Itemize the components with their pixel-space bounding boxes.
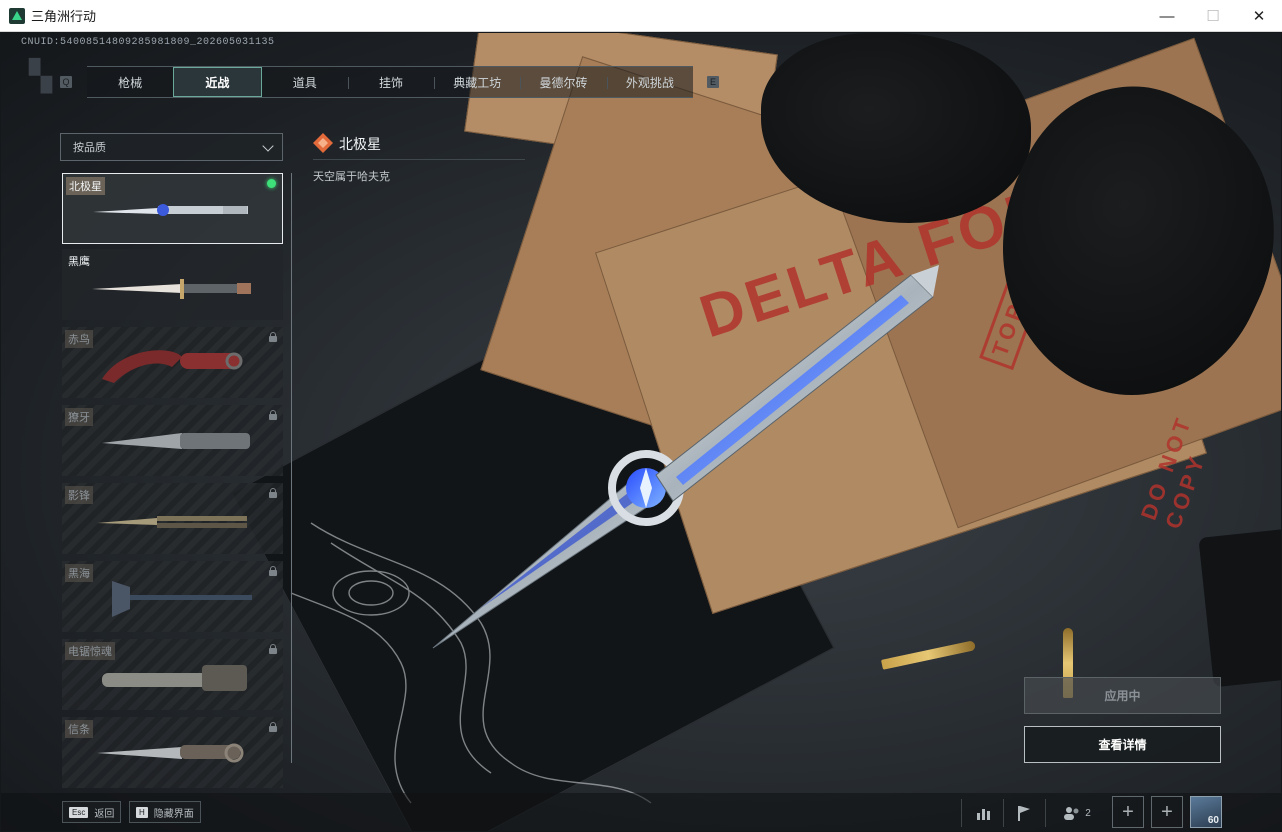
lock-icon [269, 566, 277, 576]
game-viewport: DELTA FORCE TOP SECRET DO NOT COPY [1, 33, 1281, 831]
selected-item-subtitle: 天空属于哈夫克 [313, 171, 390, 183]
stats-icon[interactable] [969, 798, 999, 828]
hero-knife-render [432, 265, 939, 649]
hide-ui-hint-label: 隐藏界面 [153, 808, 194, 820]
item-name: 黑鹰 [68, 256, 90, 268]
melee-item-card[interactable]: 赤鸟 [62, 327, 283, 398]
esc-key-icon: Esc [69, 806, 89, 818]
tab-firearms[interactable]: 枪械 [87, 67, 173, 97]
avatar[interactable]: 60 [1190, 796, 1222, 828]
list-divider [291, 173, 292, 763]
chevron-down-icon [262, 140, 274, 152]
butterfly-knife-icon [97, 516, 247, 528]
player-uid: CNUID:5400851480928598180​9_2026050311​3… [21, 37, 275, 48]
tab-collection-workshop[interactable]: 典藏工坊 [434, 67, 520, 97]
equipped-indicator [267, 179, 276, 188]
sort-dropdown[interactable]: 按品质 [60, 133, 283, 161]
tab-appearance-challenge[interactable]: 外观挑战 [606, 67, 693, 97]
bottom-divider [1045, 799, 1046, 827]
item-name: 黑海 [65, 564, 93, 582]
detail-divider [313, 159, 525, 160]
item-name: 赤鸟 [65, 330, 93, 348]
lock-icon [269, 488, 277, 498]
item-name: 信条 [65, 720, 93, 738]
lock-icon [269, 644, 277, 654]
window-controls: — ☐ ✕ [1144, 0, 1282, 32]
applied-button[interactable]: 应用中 [1024, 677, 1221, 714]
melee-item-card[interactable]: 电锯惊魂 [62, 639, 283, 710]
lock-icon [269, 722, 277, 732]
app-icon [9, 7, 25, 24]
item-name: 电锯惊魂 [65, 642, 115, 660]
back-hint[interactable]: Esc 返回 [62, 801, 122, 823]
trench-knife-icon [97, 743, 244, 763]
tab-melee[interactable]: 近战 [173, 67, 262, 97]
melee-item-card[interactable]: 信条 [62, 717, 283, 788]
item-name: 獠牙 [65, 408, 93, 426]
melee-item-card[interactable]: 影锋 [62, 483, 283, 554]
tab-charms[interactable]: 挂饰 [347, 67, 434, 97]
sort-dropdown-value: 按品质 [73, 142, 106, 154]
view-details-button[interactable]: 查看详情 [1024, 726, 1221, 763]
invite-slot-button[interactable]: + [1112, 796, 1144, 828]
hide-ui-hint[interactable]: H 隐藏界面 [129, 801, 201, 823]
flag-icon[interactable] [1009, 798, 1039, 828]
next-tab-key-hint: E [707, 76, 719, 88]
minimize-button[interactable]: — [1144, 0, 1190, 32]
melee-item-card[interactable]: 黑海 [62, 561, 283, 632]
magazine-prop [1198, 528, 1281, 688]
invite-slot-button[interactable]: + [1151, 796, 1183, 828]
squad-button[interactable]: 2 [1057, 798, 1097, 828]
tab-gadgets[interactable]: 道具 [262, 67, 348, 97]
melee-item-card[interactable]: 獠牙 [62, 405, 283, 476]
bottom-divider [961, 799, 962, 827]
item-name: 影锋 [65, 486, 93, 504]
melee-item-card[interactable]: 北极星 [62, 173, 283, 244]
maximize-button[interactable]: ☐ [1190, 0, 1236, 32]
folding-knife-icon [102, 433, 250, 449]
knife-icon [92, 279, 251, 299]
avatar-level: 60 [1207, 815, 1219, 826]
squad-icon [1064, 807, 1079, 820]
bottom-divider [1003, 799, 1004, 827]
close-button[interactable]: ✕ [1236, 0, 1282, 32]
window-titlebar: 三角洲行动 — ☐ ✕ [0, 0, 1282, 32]
h-key-icon: H [136, 806, 148, 818]
prev-tab-key-hint: Q [60, 76, 72, 88]
axe-icon [112, 581, 252, 617]
karambit-icon [102, 350, 243, 383]
corner-logo: ▚ [29, 60, 53, 93]
lock-icon [269, 410, 277, 420]
back-hint-label: 返回 [94, 808, 115, 820]
squad-count: 2 [1085, 807, 1091, 819]
window-title: 三角洲行动 [31, 9, 97, 24]
melee-item-card[interactable]: 黑鹰 [62, 249, 283, 320]
quality-diamond-icon [313, 133, 333, 153]
selected-item-name: 北极星 [339, 136, 381, 152]
item-name: 北极星 [66, 177, 105, 195]
tab-mandel-brick[interactable]: 曼德尔砖 [520, 67, 606, 97]
category-tabbar: 枪械 近战 道具 挂饰 典藏工坊 曼德尔砖 外观挑战 [87, 66, 693, 98]
lock-icon [269, 332, 277, 342]
